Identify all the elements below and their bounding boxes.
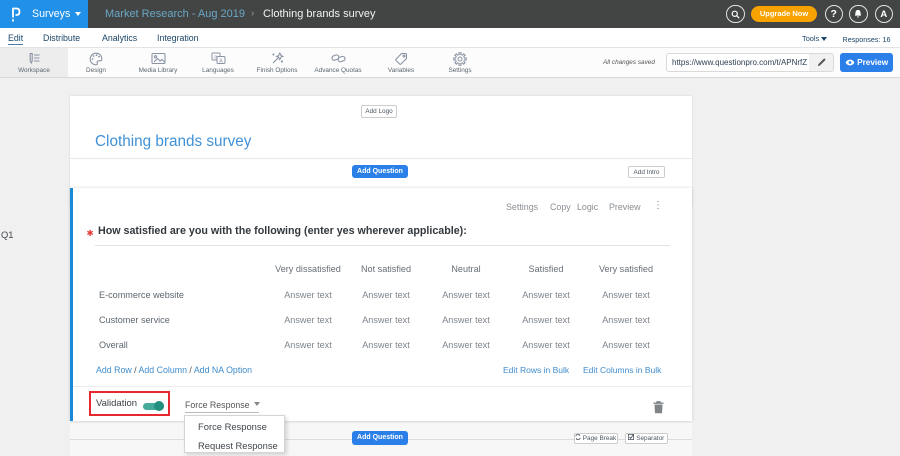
svg-text:A: A bbox=[219, 58, 223, 64]
